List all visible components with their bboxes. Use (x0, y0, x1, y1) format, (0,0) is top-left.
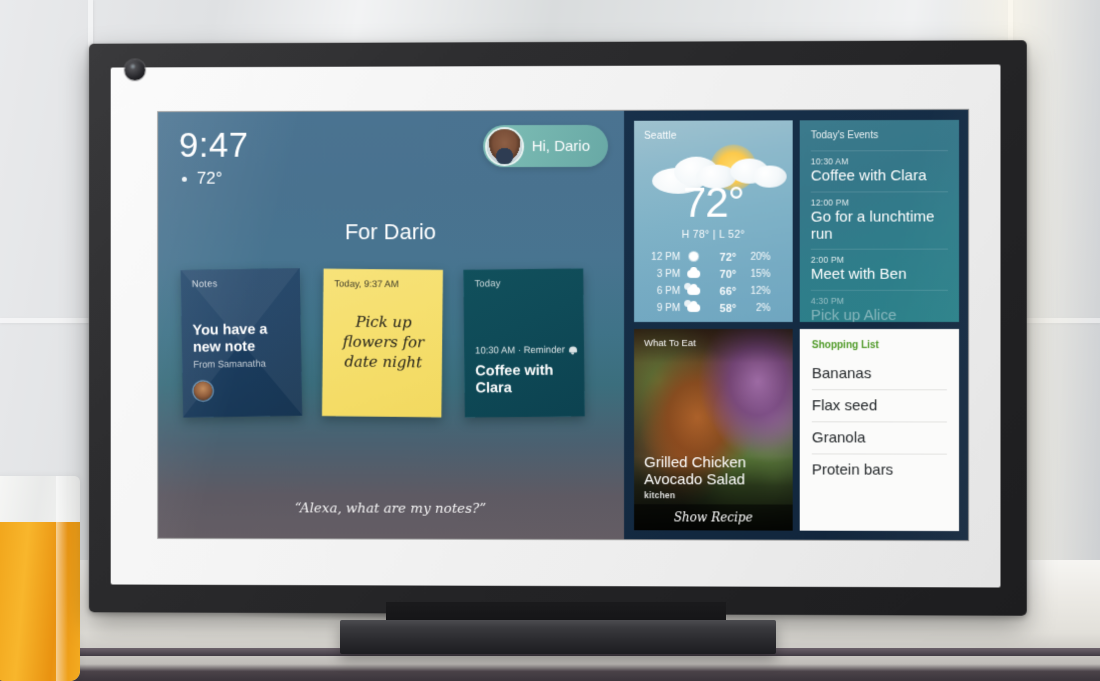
sticky-note-body: Pick up flowers for date night (342, 312, 425, 371)
reminder-card[interactable]: Today 10:30 AM · Reminder Coffee with Cl… (463, 268, 585, 418)
hour-temp: 72° (719, 251, 737, 264)
greeting-pill[interactable]: Hi, Dario (482, 124, 609, 168)
hour-time: 9 PM (656, 302, 681, 314)
hour-time: 12 PM (651, 251, 681, 263)
juice-glass (0, 476, 80, 681)
event-item[interactable]: 12:00 PM Go for a lunchtime run (810, 191, 948, 250)
event-name: Go for a lunchtime run (810, 208, 935, 243)
event-time: 4:30 PM (810, 296, 845, 307)
weather-hour-row: 6 PM 66° 12% (642, 283, 785, 300)
sun-icon (179, 173, 190, 184)
events-widget[interactable]: Today's Events 10:30 AM Coffee with Clar… (799, 119, 960, 322)
hour-time: 3 PM (656, 268, 681, 280)
weather-hour-row: 9 PM 58° 2% (642, 300, 785, 317)
hour-precip: 15% (750, 268, 771, 280)
avatar (486, 128, 522, 164)
event-name: Meet with Ben (810, 266, 907, 284)
smart-display-device: 9:47 72° Hi, Dario For Dario Notes You h… (86, 40, 1027, 654)
glass-highlight (56, 476, 68, 681)
camera-icon (124, 59, 146, 81)
clock-temperature: 72° (196, 168, 223, 188)
reminder-card-title: Coffee with Clara (475, 362, 554, 397)
hour-temp: 58° (719, 302, 737, 315)
event-item[interactable]: 10:30 AM Coffee with Clara (810, 150, 948, 192)
bell-icon (569, 345, 577, 354)
weather-hour-row: 12 PM 72° 20% (642, 249, 785, 266)
sticky-note-card[interactable]: Today, 9:37 AM Pick up flowers for date … (321, 268, 443, 418)
weather-hour-row: 3 PM 70° 15% (642, 266, 785, 283)
weather-high-low: H 78° | L 52° (681, 228, 745, 241)
events-header: Today's Events (810, 130, 879, 142)
device-stand-base (340, 620, 776, 654)
weather-hourly-list: 12 PM 72° 20% 3 PM 70° 15% 6 PM 66° 12% … (642, 249, 785, 317)
list-item[interactable]: Protein bars (812, 454, 947, 485)
cloud-icon (680, 269, 706, 280)
widget-panel: Seattle 72° H 78° | L 52° 12 PM 72° 20% … (624, 109, 969, 541)
list-item[interactable]: Bananas (811, 358, 947, 391)
notes-card-title: You have a new note (192, 321, 268, 356)
card-row: Notes You have a new note From Samanatha… (180, 268, 585, 418)
home-main-panel: 9:47 72° Hi, Dario For Dario Notes You h… (158, 110, 625, 540)
sticky-note-date: Today, 9:37 AM (334, 278, 399, 291)
clock-weather: 72° (179, 169, 248, 189)
shopping-list-header: Shopping List (811, 340, 879, 352)
event-name: Pick up Alice (810, 307, 897, 322)
recipe-title: Grilled Chicken Avocado Salad (644, 453, 747, 489)
hour-temp: 70° (719, 268, 737, 281)
recipe-label: What To Eat (644, 338, 696, 350)
event-item[interactable]: 4:30 PM Pick up Alice (810, 289, 948, 322)
clock-widget[interactable]: 9:47 72° (178, 125, 249, 189)
event-time: 12:00 PM (810, 197, 850, 208)
sun-behind-cloud-icon (680, 286, 706, 297)
notes-card[interactable]: Notes You have a new note From Samanatha (180, 268, 303, 418)
hour-precip: 20% (750, 251, 771, 263)
weather-temperature: 72° (682, 178, 744, 226)
event-name: Coffee with Clara (810, 167, 927, 185)
show-recipe-button[interactable]: Show Recipe (634, 504, 793, 531)
event-time: 10:30 AM (810, 156, 849, 167)
recipe-brand: kitchen (644, 490, 676, 501)
notes-card-sender: From Samanatha (193, 358, 267, 371)
hour-precip: 12% (750, 285, 771, 297)
greeting-text: Hi, Dario (531, 137, 591, 155)
reminder-card-meta-text: 10:30 AM · Reminder (475, 344, 565, 357)
weather-widget[interactable]: Seattle 72° H 78° | L 52° 12 PM 72° 20% … (634, 120, 793, 322)
hour-time: 6 PM (656, 285, 681, 297)
shopping-list-widget[interactable]: Shopping List Bananas Flax seed Granola … (799, 329, 960, 532)
orange-juice (0, 522, 80, 681)
event-time: 2:00 PM (810, 255, 845, 266)
recipe-widget[interactable]: What To Eat Grilled Chicken Avocado Sala… (634, 329, 793, 531)
list-item[interactable]: Flax seed (811, 390, 947, 423)
clock-time: 9:47 (178, 125, 249, 165)
hour-precip: 2% (756, 302, 771, 314)
sun-icon (680, 251, 706, 263)
device-bezel: 9:47 72° Hi, Dario For Dario Notes You h… (88, 40, 1027, 616)
list-item[interactable]: Granola (811, 422, 947, 455)
notes-card-label: Notes (191, 278, 218, 291)
alexa-prompt: “Alexa, what are my notes?” (294, 500, 487, 517)
weather-city: Seattle (644, 130, 677, 142)
display-screen[interactable]: 9:47 72° Hi, Dario For Dario Notes You h… (158, 109, 969, 541)
page-title: For Dario (344, 219, 437, 245)
event-item[interactable]: 2:00 PM Meet with Ben (810, 248, 948, 291)
reminder-card-label: Today (474, 278, 501, 290)
reminder-card-meta: 10:30 AM · Reminder (475, 344, 577, 357)
scene: 9:47 72° Hi, Dario For Dario Notes You h… (0, 0, 1100, 681)
sun-behind-cloud-icon (680, 303, 706, 314)
hour-temp: 66° (719, 285, 737, 298)
